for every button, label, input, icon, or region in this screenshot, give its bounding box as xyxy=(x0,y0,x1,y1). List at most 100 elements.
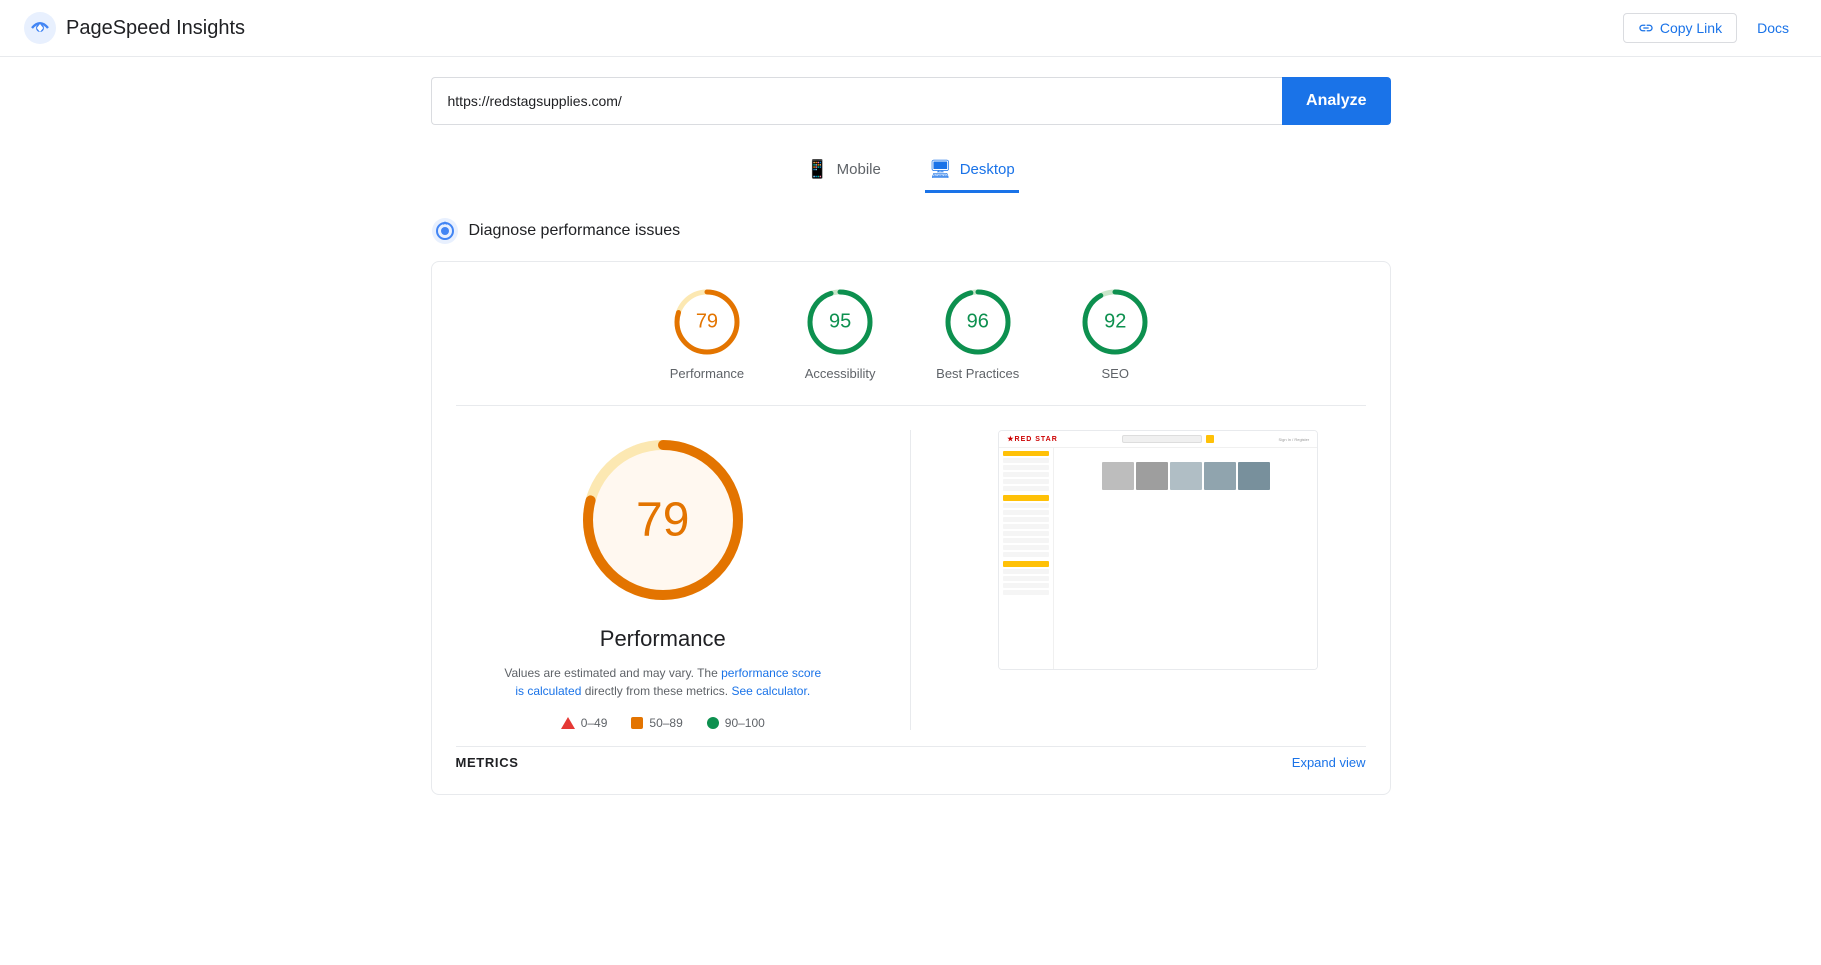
thumb-sidebar-item-3 xyxy=(1003,465,1049,470)
metrics-bar: METRICS Expand view xyxy=(456,746,1366,770)
scores-row: 79 Performance 95 Accessibility xyxy=(456,286,1366,406)
legend-red-icon xyxy=(561,717,575,729)
thumb-sign-in: Sign In / Register xyxy=(1279,437,1310,442)
score-card: 79 Performance 95 Accessibility xyxy=(431,261,1391,795)
score-item-seo[interactable]: 92 SEO xyxy=(1079,286,1151,381)
thumb-sidebar-section-item-6 xyxy=(1003,538,1049,543)
score-number-accessibility: 95 xyxy=(829,311,851,334)
tab-desktop[interactable]: 🖥 Desktop xyxy=(925,149,1019,193)
thumb-sidebar-item-1 xyxy=(1003,451,1049,456)
score-circle-seo: 92 xyxy=(1079,286,1151,358)
tab-desktop-label: Desktop xyxy=(960,161,1015,178)
app-title: PageSpeed Insights xyxy=(66,17,245,40)
score-item-accessibility[interactable]: 95 Accessibility xyxy=(804,286,876,381)
score-circle-best-practices: 96 xyxy=(942,286,1014,358)
url-input[interactable] xyxy=(431,77,1283,125)
thumb-appliance-3 xyxy=(1170,462,1202,490)
docs-link[interactable]: Docs xyxy=(1749,14,1797,42)
thumb-sidebar-section-header-2 xyxy=(1003,561,1049,567)
thumbnail-inner: ★RED STAR Sign In / Register xyxy=(999,431,1317,669)
perf-detail-title: Performance xyxy=(600,626,726,652)
perf-large-circle: 79 xyxy=(573,430,753,610)
perf-large-score: 79 xyxy=(636,493,689,548)
score-item-performance[interactable]: 79 Performance xyxy=(670,286,744,381)
score-circle-accessibility: 95 xyxy=(804,286,876,358)
thumb-header: ★RED STAR Sign In / Register xyxy=(999,431,1317,448)
score-label-seo: SEO xyxy=(1102,366,1129,381)
thumb-sidebar-item-4 xyxy=(1003,472,1049,477)
thumb-main xyxy=(1054,448,1317,669)
site-thumbnail: ★RED STAR Sign In / Register xyxy=(998,430,1318,670)
copy-link-button[interactable]: Copy Link xyxy=(1623,13,1737,43)
thumb-sidebar-section-item-5 xyxy=(1003,531,1049,536)
thumb-appliance-5 xyxy=(1238,462,1270,490)
thumb-sidebar-section-item-3 xyxy=(1003,517,1049,522)
thumb-appliance-4 xyxy=(1204,462,1236,490)
legend-item-orange: 50–89 xyxy=(631,716,682,730)
diagnose-icon xyxy=(431,217,459,245)
header-left: PageSpeed Insights xyxy=(24,12,245,44)
desktop-icon: 🖥 xyxy=(929,159,952,180)
thumb-body xyxy=(999,448,1317,669)
legend-orange-icon xyxy=(631,717,643,729)
tabs-container: 📱 Mobile 🖥 Desktop xyxy=(431,149,1391,193)
perf-left: 79 Performance Values are estimated and … xyxy=(456,430,871,730)
perf-section: 79 Performance Values are estimated and … xyxy=(456,430,1366,730)
thumb-sidebar-section-item-1 xyxy=(1003,503,1049,508)
thumb-sidebar-section-item-4 xyxy=(1003,524,1049,529)
legend-orange-range: 50–89 xyxy=(649,716,682,730)
copy-link-label: Copy Link xyxy=(1660,20,1722,36)
metrics-label: METRICS xyxy=(456,755,519,770)
score-number-performance: 79 xyxy=(696,311,718,334)
legend-green-range: 90–100 xyxy=(725,716,765,730)
legend-green-icon xyxy=(707,717,719,729)
perf-divider xyxy=(910,430,911,730)
tab-mobile-label: Mobile xyxy=(837,161,881,178)
thumb-sidebar-item-2 xyxy=(1003,458,1049,463)
thumb-sidebar-section-2 xyxy=(1003,561,1049,595)
thumb-sidebar-section-1 xyxy=(1003,495,1049,557)
legend: 0–49 50–89 90–100 xyxy=(561,716,765,730)
thumb-sidebar-section2-item-4 xyxy=(1003,590,1049,595)
thumb-sidebar xyxy=(999,448,1054,669)
thumb-appliance-1 xyxy=(1102,462,1134,490)
expand-view-link[interactable]: Expand view xyxy=(1292,755,1366,770)
thumb-sidebar-section2-item-1 xyxy=(1003,569,1049,574)
thumb-sidebar-section2-item-2 xyxy=(1003,576,1049,581)
score-circle-performance: 79 xyxy=(671,286,743,358)
thumb-sidebar-section-item-8 xyxy=(1003,552,1049,557)
legend-item-green: 90–100 xyxy=(707,716,765,730)
score-number-best-practices: 96 xyxy=(967,311,989,334)
thumb-sidebar-section2-item-3 xyxy=(1003,583,1049,588)
header: PageSpeed Insights Copy Link Docs xyxy=(0,0,1821,57)
url-bar-container: Analyze xyxy=(431,77,1391,125)
score-label-performance: Performance xyxy=(670,366,744,381)
thumb-sidebar-item-6 xyxy=(1003,486,1049,491)
header-right: Copy Link Docs xyxy=(1623,13,1797,43)
thumb-logo: ★RED STAR xyxy=(1007,435,1058,443)
main-content: Analyze 📱 Mobile 🖥 Desktop Diagnose perf… xyxy=(411,57,1411,815)
thumb-search-btn xyxy=(1206,435,1214,443)
perf-note: Values are estimated and may vary. The p… xyxy=(503,664,823,700)
perf-right: ★RED STAR Sign In / Register xyxy=(951,430,1366,670)
thumb-sidebar-section-header-1 xyxy=(1003,495,1049,501)
score-label-accessibility: Accessibility xyxy=(805,366,876,381)
score-number-seo: 92 xyxy=(1104,311,1126,334)
diagnose-title: Diagnose performance issues xyxy=(469,222,681,240)
pagespeed-logo-icon xyxy=(24,12,56,44)
tab-mobile[interactable]: 📱 Mobile xyxy=(802,149,885,193)
score-item-best-practices[interactable]: 96 Best Practices xyxy=(936,286,1019,381)
legend-item-red: 0–49 xyxy=(561,716,608,730)
see-calculator-link[interactable]: See calculator. xyxy=(731,684,810,698)
thumb-sidebar-section-item-7 xyxy=(1003,545,1049,550)
score-label-best-practices: Best Practices xyxy=(936,366,1019,381)
diagnose-section: Diagnose performance issues xyxy=(431,217,1391,245)
legend-red-range: 0–49 xyxy=(581,716,608,730)
link-icon xyxy=(1638,20,1654,36)
thumb-sidebar-item-5 xyxy=(1003,479,1049,484)
thumb-appliances xyxy=(1058,462,1313,490)
thumb-search-bar xyxy=(1122,435,1202,443)
analyze-button[interactable]: Analyze xyxy=(1282,77,1390,125)
mobile-icon: 📱 xyxy=(806,159,828,180)
thumb-appliance-2 xyxy=(1136,462,1168,490)
